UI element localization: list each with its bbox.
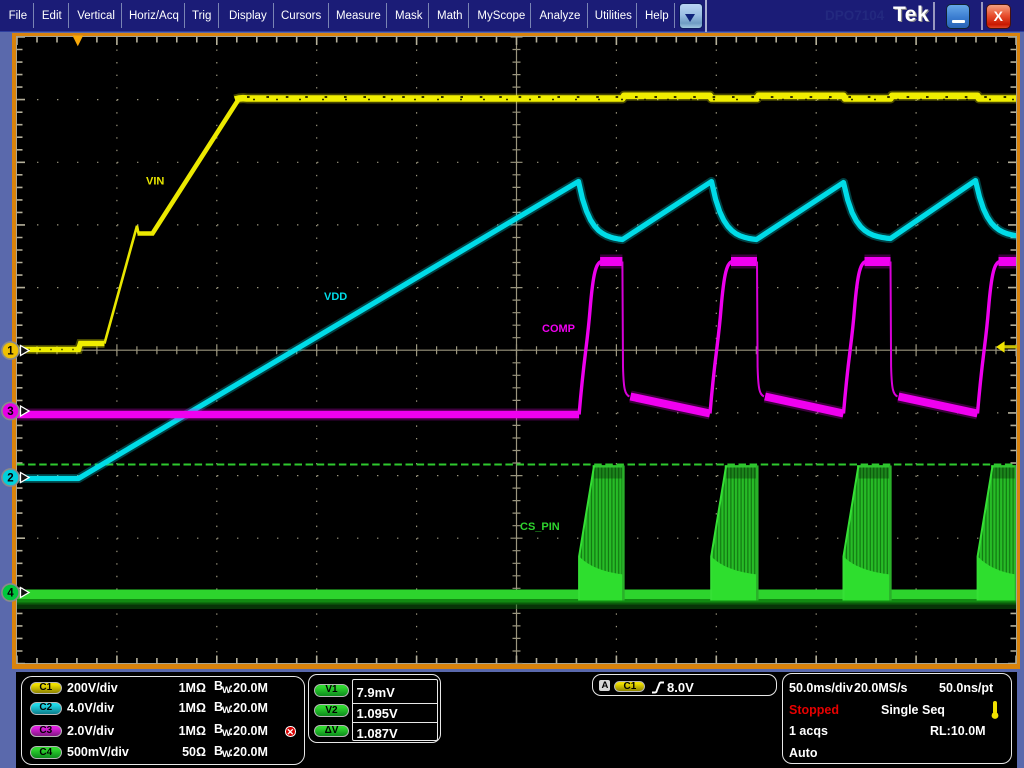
svg-text:VDD: VDD	[324, 291, 347, 303]
svg-text:VIN: VIN	[146, 175, 164, 187]
svg-text:COMP: COMP	[542, 323, 575, 335]
svg-text:CS_PIN: CS_PIN	[520, 521, 560, 533]
